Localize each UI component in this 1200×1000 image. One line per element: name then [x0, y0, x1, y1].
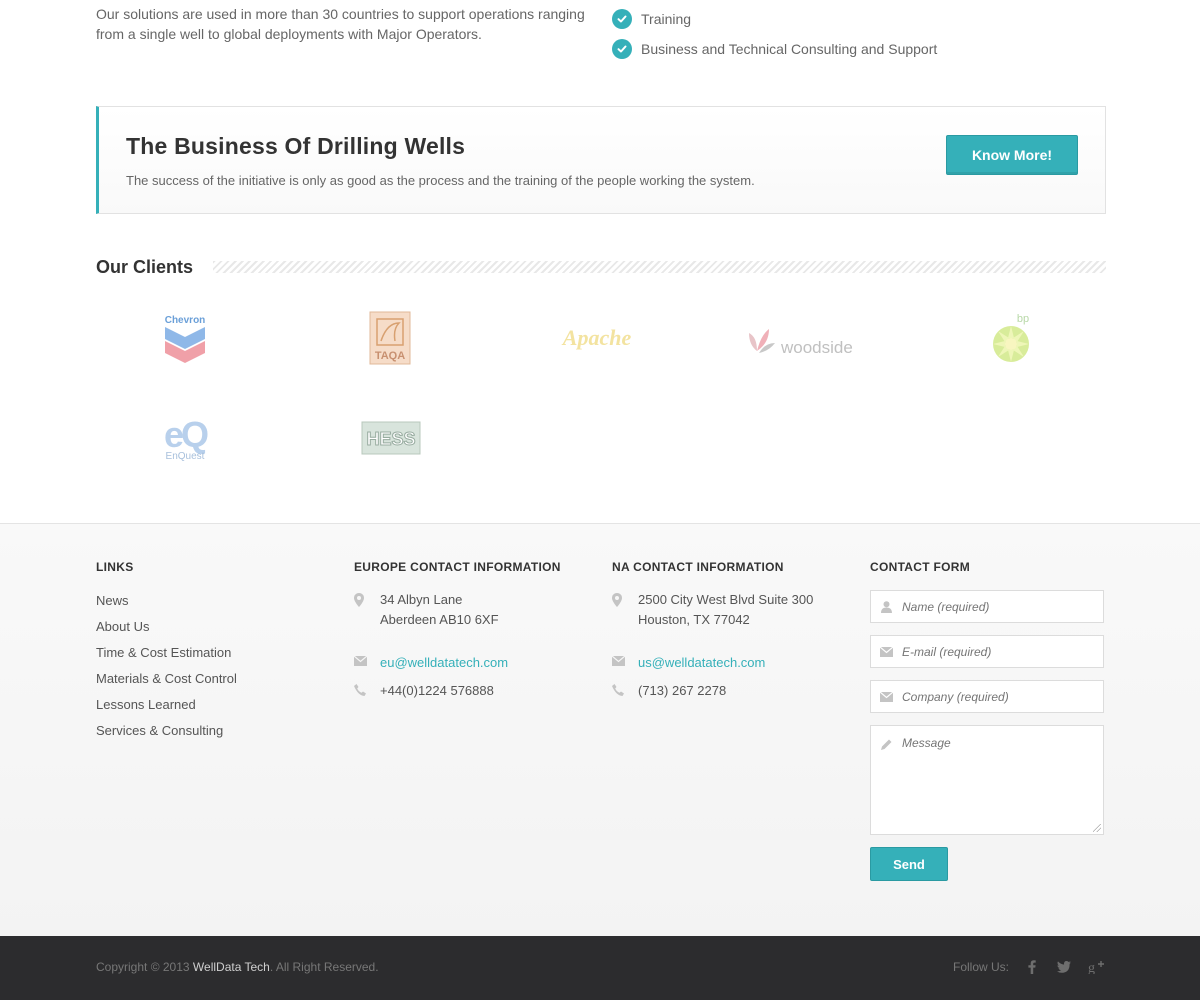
- message-field: [870, 725, 1104, 835]
- footer: LINKS News About Us Time & Cost Estimati…: [0, 523, 1200, 936]
- checklist-label: Business and Technical Consulting and Su…: [641, 41, 938, 57]
- twitter-icon[interactable]: [1055, 956, 1073, 978]
- client-logo-apache[interactable]: Apache: [552, 318, 642, 358]
- company-input[interactable]: [902, 689, 1097, 704]
- chevron-wordmark: Chevron: [165, 315, 206, 326]
- contact-form-column: CONTACT FORM Send: [870, 560, 1104, 881]
- intro-text: Our solutions are used in more than 30 c…: [96, 6, 585, 42]
- na-email-row: us@welldatatech.com: [612, 653, 852, 673]
- promo-subtitle: The success of the initiative is only as…: [126, 173, 755, 188]
- links-heading: LINKS: [96, 560, 134, 574]
- footer-links-list: News About Us Time & Cost Estimation Mat…: [96, 592, 326, 748]
- europe-address-line2: Aberdeen AB10 6XF: [380, 612, 499, 627]
- know-more-button[interactable]: Know More!: [946, 135, 1078, 175]
- heading-divider: [213, 261, 1106, 273]
- bp-wordmark: bp: [1017, 313, 1029, 325]
- na-address-line2: Houston, TX 77042: [638, 612, 750, 627]
- send-button[interactable]: Send: [870, 847, 948, 881]
- message-textarea[interactable]: [902, 736, 1097, 826]
- email-input[interactable]: [902, 644, 1097, 659]
- checklist-item: Training: [612, 4, 937, 34]
- google-plus-icon[interactable]: g: [1087, 956, 1105, 978]
- follow-us: Follow Us: g: [953, 956, 1105, 978]
- facebook-icon[interactable]: [1023, 956, 1041, 978]
- envelope-icon: [871, 646, 902, 657]
- phone-icon: [612, 681, 638, 701]
- na-phone: (713) 267 2278: [638, 683, 727, 698]
- footer-link-lessons-learned[interactable]: Lessons Learned: [96, 696, 326, 722]
- company-field: [870, 680, 1104, 713]
- europe-contact-column: EUROPE CONTACT INFORMATION 34 Albyn Lane…: [354, 560, 594, 701]
- svg-text:g: g: [1088, 961, 1095, 974]
- client-logo-chevron[interactable]: Chevron: [150, 310, 220, 366]
- enquest-wordmark: EnQuest: [166, 451, 205, 462]
- client-logo-taqa[interactable]: TAQA: [360, 308, 420, 368]
- contact-form-heading: CONTACT FORM: [870, 560, 971, 574]
- na-contact-heading: NA CONTACT INFORMATION: [612, 560, 784, 574]
- europe-phone: +44(0)1224 576888: [380, 683, 494, 698]
- copyright-suffix: . All Right Reserved.: [269, 960, 379, 974]
- resize-handle[interactable]: [1093, 824, 1101, 832]
- client-logo-bp[interactable]: bp: [980, 308, 1036, 368]
- footer-link-time-cost-estimation[interactable]: Time & Cost Estimation: [96, 644, 326, 670]
- promo-box: The Business Of Drilling Wells The succe…: [96, 106, 1106, 214]
- europe-address: 34 Albyn Lane Aberdeen AB10 6XF: [354, 590, 594, 630]
- europe-contact-heading: EUROPE CONTACT INFORMATION: [354, 560, 561, 574]
- client-logo-woodside[interactable]: woodside: [744, 320, 860, 360]
- user-icon: [871, 600, 902, 613]
- na-address: 2500 City West Blvd Suite 300 Houston, T…: [612, 590, 852, 630]
- feature-checklist: Training Business and Technical Consulti…: [612, 4, 937, 64]
- clients-heading: Our Clients: [96, 254, 1106, 280]
- clients-title: Our Clients: [96, 256, 214, 278]
- footer-links-column: LINKS News About Us Time & Cost Estimati…: [96, 560, 326, 748]
- europe-address-line1: 34 Albyn Lane: [380, 592, 463, 607]
- phone-icon: [354, 681, 380, 701]
- brand-link[interactable]: WellData Tech: [193, 960, 270, 974]
- checklist-label: Training: [641, 11, 692, 27]
- envelope-icon: [871, 691, 902, 702]
- europe-phone-row: +44(0)1224 576888: [354, 681, 594, 701]
- apache-wordmark: Apache: [561, 325, 632, 350]
- client-logo-hess[interactable]: HESS: [356, 416, 426, 460]
- enquest-mark: eQ: [164, 414, 208, 455]
- bottom-bar: Copyright © 2013 WellData Tech. All Righ…: [0, 936, 1200, 1000]
- follow-label: Follow Us:: [952, 960, 1009, 974]
- footer-link-about-us[interactable]: About Us: [96, 618, 326, 644]
- taqa-wordmark: TAQA: [375, 350, 405, 362]
- envelope-icon: [354, 653, 380, 673]
- pencil-icon: [871, 736, 902, 750]
- map-marker-icon: [612, 590, 638, 630]
- check-icon: [612, 39, 632, 59]
- footer-link-services-consulting[interactable]: Services & Consulting: [96, 722, 326, 748]
- copyright: Copyright © 2013 WellData Tech. All Righ…: [96, 960, 379, 974]
- na-contact-column: NA CONTACT INFORMATION 2500 City West Bl…: [612, 560, 852, 701]
- na-address-line1: 2500 City West Blvd Suite 300: [638, 592, 814, 607]
- woodside-wordmark: woodside: [780, 338, 853, 357]
- name-field: [870, 590, 1104, 623]
- map-marker-icon: [354, 590, 380, 630]
- footer-link-materials-cost-control[interactable]: Materials & Cost Control: [96, 670, 326, 696]
- footer-link-news[interactable]: News: [96, 592, 326, 618]
- hess-wordmark: HESS: [366, 429, 415, 449]
- promo-title: The Business Of Drilling Wells: [126, 133, 466, 159]
- copyright-prefix: Copyright © 2013: [96, 960, 193, 974]
- check-icon: [612, 9, 632, 29]
- europe-email-row: eu@welldatatech.com: [354, 653, 594, 673]
- europe-email-link[interactable]: eu@welldatatech.com: [380, 653, 508, 673]
- name-input[interactable]: [902, 599, 1097, 614]
- na-phone-row: (713) 267 2278: [612, 681, 852, 701]
- client-logo-enquest[interactable]: eQ EnQuest: [150, 412, 220, 464]
- envelope-icon: [612, 653, 638, 673]
- na-email-link[interactable]: us@welldatatech.com: [638, 653, 765, 673]
- email-field: [870, 635, 1104, 668]
- checklist-item: Business and Technical Consulting and Su…: [612, 34, 937, 64]
